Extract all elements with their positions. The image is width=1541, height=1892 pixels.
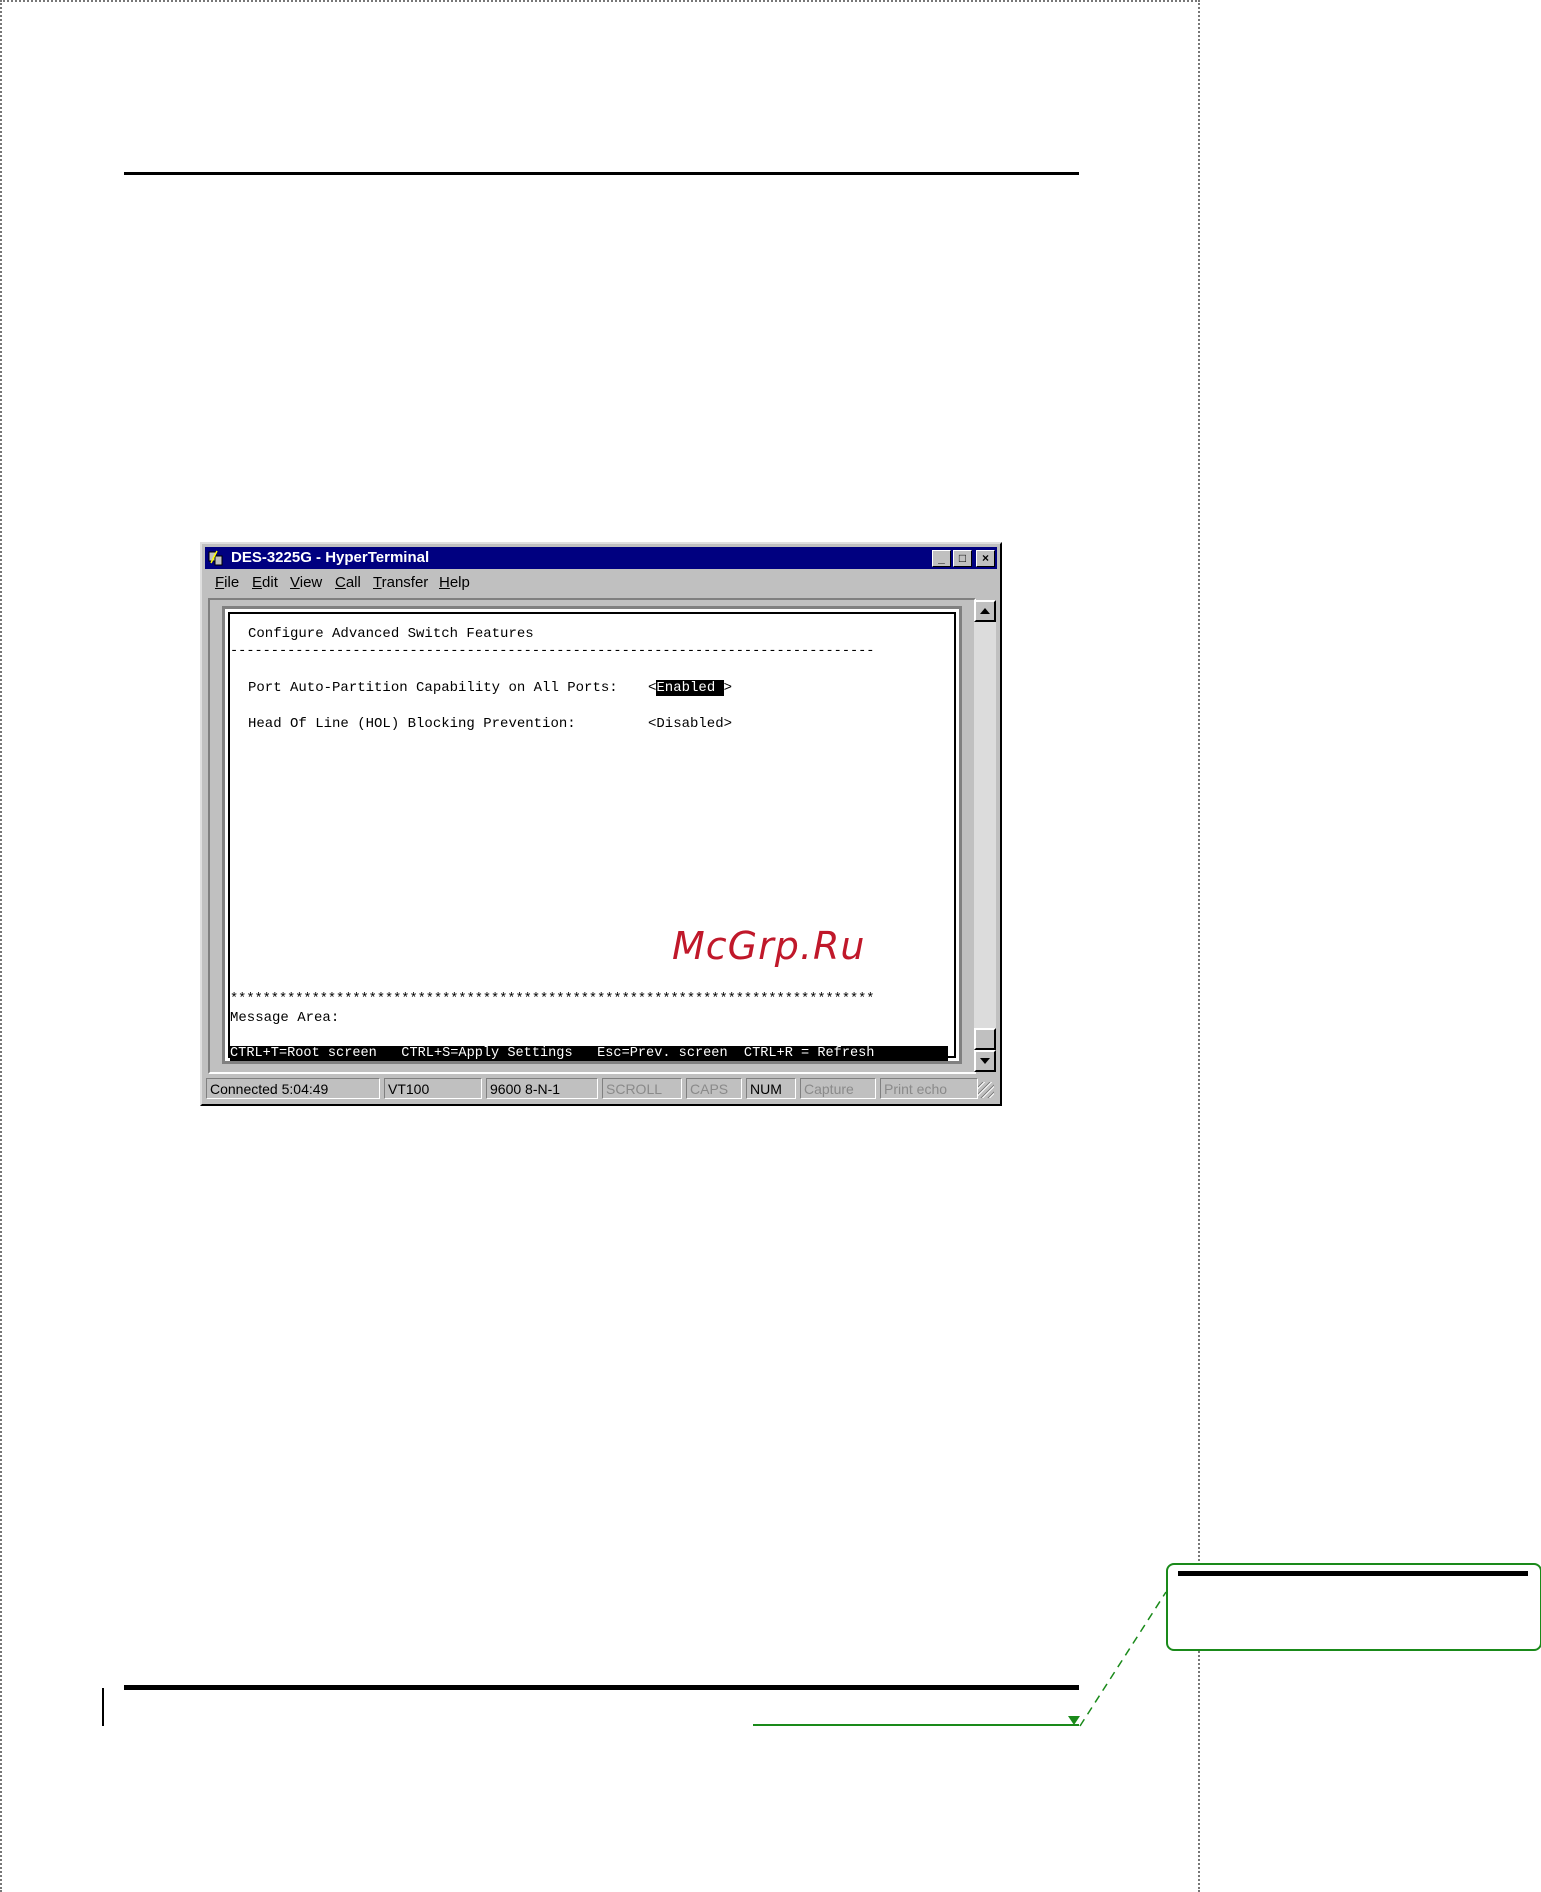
- page-border-left: [0, 0, 2, 1892]
- resize-grip-icon[interactable]: [978, 1082, 994, 1098]
- status-bar: Connected 5:04:49 VT100 9600 8-N-1 SCROL…: [206, 1078, 996, 1100]
- window-title: DES-3225G - HyperTerminal: [231, 549, 430, 566]
- status-num: NUM: [746, 1078, 796, 1099]
- scroll-thumb[interactable]: [974, 1028, 996, 1050]
- close-icon: ×: [981, 551, 989, 565]
- status-connected: Connected 5:04:49: [206, 1078, 380, 1099]
- menu-transfer[interactable]: Transfer: [373, 574, 428, 591]
- setting-auto-partition-value[interactable]: <Enabled >: [648, 680, 732, 696]
- callout-rule: [1178, 1571, 1528, 1576]
- scroll-up-button[interactable]: [974, 600, 996, 622]
- close-button[interactable]: ×: [976, 550, 995, 567]
- status-caps: CAPS: [686, 1078, 742, 1099]
- hyperterminal-app-icon[interactable]: [208, 549, 226, 567]
- scroll-down-button[interactable]: [974, 1050, 996, 1072]
- status-port-settings: 9600 8-N-1: [486, 1078, 598, 1099]
- menu-help[interactable]: Help: [439, 574, 470, 591]
- footer-gutter-bar: [102, 1688, 104, 1726]
- terminal-screen[interactable]: Configure Advanced Switch Features -----…: [228, 612, 956, 1061]
- vertical-scrollbar[interactable]: [974, 600, 996, 1072]
- maximize-button[interactable]: □: [953, 550, 972, 567]
- setting-hol-value[interactable]: <Disabled>: [648, 716, 732, 732]
- shortcut-bar: CTRL+T=Root screen CTRL+S=Apply Settings…: [230, 1046, 948, 1061]
- setting-hol-label: Head Of Line (HOL) Blocking Prevention:: [248, 716, 576, 732]
- status-emulation: VT100: [384, 1078, 482, 1099]
- terminal-client-area[interactable]: Configure Advanced Switch Features -----…: [208, 598, 976, 1074]
- maximize-icon: □: [958, 551, 967, 565]
- hyperterminal-window: DES-3225G - HyperTerminal _ □ × File Edi…: [200, 542, 1002, 1106]
- status-print-echo: Print echo: [880, 1078, 978, 1099]
- menu-file[interactable]: File: [215, 574, 239, 591]
- selected-value-highlight[interactable]: Enabled: [656, 680, 724, 696]
- message-area-label: Message Area:: [230, 1010, 340, 1026]
- callout-leader-line: [1079, 1591, 1167, 1727]
- arrow-up-icon: [980, 608, 990, 614]
- screen-heading: Configure Advanced Switch Features: [248, 626, 534, 642]
- watermark-text: McGrp.Ru: [672, 924, 866, 968]
- menu-call[interactable]: Call: [335, 574, 361, 591]
- menu-view[interactable]: View: [290, 574, 322, 591]
- arrow-down-icon: [980, 1058, 990, 1064]
- minimize-icon: _: [938, 551, 945, 565]
- title-bar[interactable]: DES-3225G - HyperTerminal _ □ ×: [205, 547, 997, 569]
- green-link-underline: [753, 1724, 1079, 1726]
- dash-separator: ----------------------------------------…: [230, 644, 875, 659]
- status-capture: Capture: [800, 1078, 876, 1099]
- callout-box: [1166, 1563, 1541, 1651]
- terminal-frame: Configure Advanced Switch Features -----…: [222, 606, 962, 1064]
- minimize-button[interactable]: _: [932, 550, 951, 567]
- setting-auto-partition-label: Port Auto-Partition Capability on All Po…: [248, 680, 618, 696]
- page-border-top: [0, 0, 1200, 2]
- menu-edit[interactable]: Edit: [252, 574, 278, 591]
- star-separator: ****************************************…: [230, 992, 875, 1007]
- footer-rule: [124, 1685, 1079, 1690]
- status-scroll: SCROLL: [602, 1078, 682, 1099]
- header-rule: [124, 172, 1079, 175]
